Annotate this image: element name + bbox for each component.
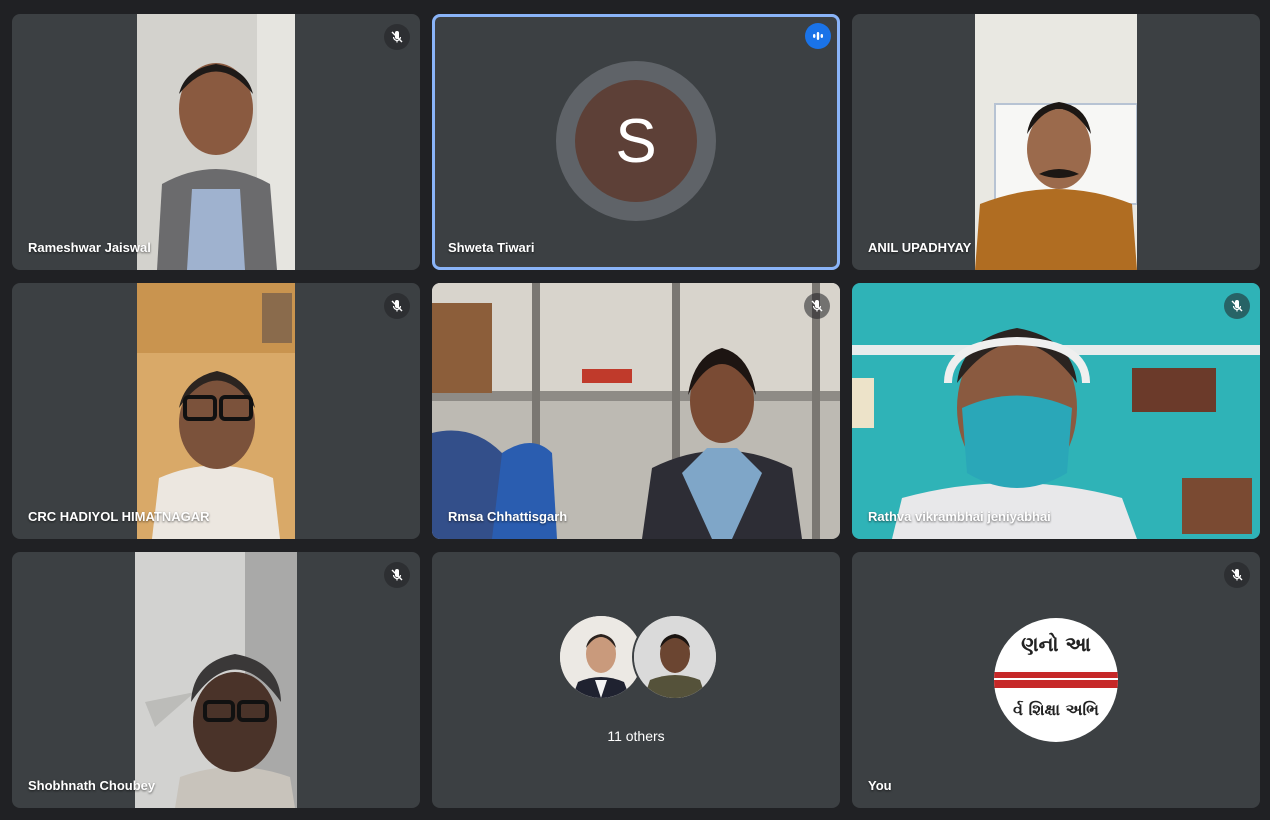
participant-tile-crc-hadiyol-himatnagar[interactable]: CRC HADIYOL HIMATNAGAR [12,283,420,539]
mic-off-icon [384,293,410,319]
avatar-initial: S [575,80,697,202]
participant-tile-rathva-vikrambhai[interactable]: Rathva vikrambhai jeniyabhai [852,283,1260,539]
participant-name: Rmsa Chhattisgarh [448,509,568,524]
participant-tile-rmsa-chhattisgarh[interactable]: Rmsa Chhattisgarh [432,283,840,539]
participant-tile-rameshwar-jaiswal[interactable]: Rameshwar Jaiswal [12,14,420,270]
mic-off-icon [384,24,410,50]
participant-video [432,283,840,539]
participant-video [137,283,295,539]
participant-video [135,552,297,808]
mic-off-icon [804,293,830,319]
mic-off-icon [384,562,410,588]
mic-off-icon [1224,562,1250,588]
participant-name: Rameshwar Jaiswal [28,240,151,255]
participant-video [137,14,295,270]
participant-name: ANIL UPADHYAY [868,240,972,255]
participant-tile-shobhnath-choubey[interactable]: Shobhnath Choubey [12,552,420,808]
audio-level-icon [805,23,831,49]
participant-name: CRC HADIYOL HIMATNAGAR [28,509,210,524]
avatar-text-bottom: ર્વ શિક્ષા અભિ [1013,700,1099,719]
participant-tile-shweta-tiwari[interactable]: S Shweta Tiwari [432,14,840,270]
mic-off-icon [1224,293,1250,319]
participant-name: You [868,778,892,793]
participant-video [852,283,1260,539]
participant-name: Shobhnath Choubey [28,778,156,793]
avatar: ણનો આ ર્વ શિક્ષા અભિ [994,618,1118,742]
self-tile[interactable]: ણનો આ ર્વ શિક્ષા અભિ You [852,552,1260,808]
others-count-label: 11 others [607,728,665,744]
avatar-red-band [994,672,1118,688]
avatar: S [556,61,716,221]
participant-name: Shweta Tiwari [448,240,535,255]
avatar [632,614,718,700]
participant-name: Rathva vikrambhai jeniyabhai [868,509,1051,524]
participant-video [975,14,1137,270]
avatar-text-top: ણનો આ [1021,632,1091,656]
others-tile[interactable]: 11 others [432,552,840,808]
participant-tile-anil-upadhyay[interactable]: ANIL UPADHYAY [852,14,1260,270]
